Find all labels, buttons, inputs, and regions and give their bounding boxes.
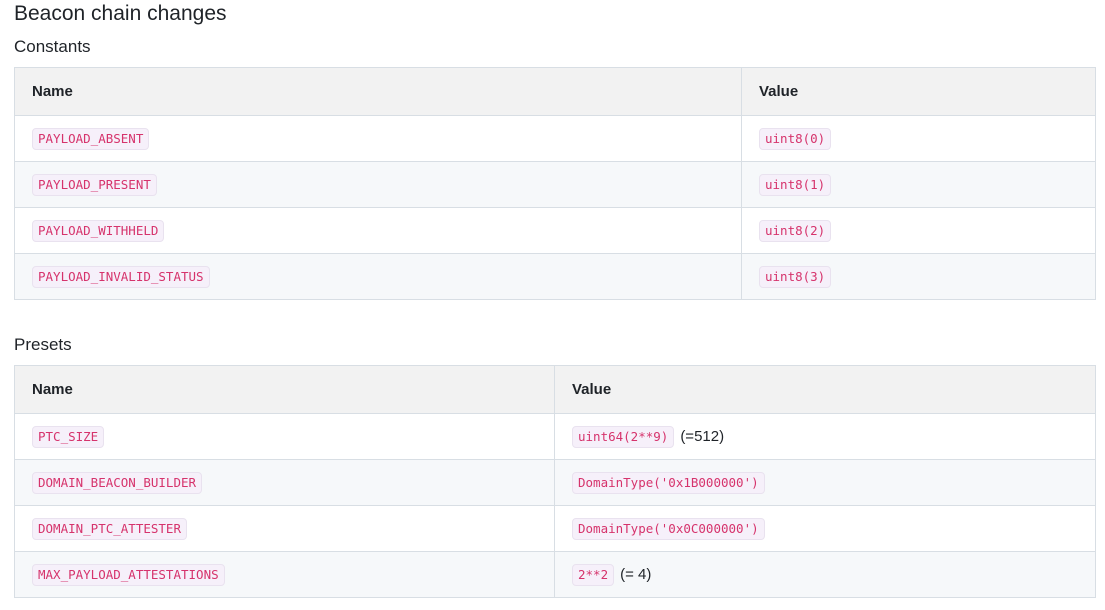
table-row: PAYLOAD_PRESENT uint8(1) xyxy=(14,161,1096,208)
value-cell: 2**2 (= 4) xyxy=(554,551,1096,598)
value-cell: uint8(0) xyxy=(741,115,1096,162)
value-cell: uint64(2**9) (=512) xyxy=(554,413,1096,460)
table-row: PAYLOAD_ABSENT uint8(0) xyxy=(14,115,1096,162)
constant-name: PAYLOAD_INVALID_STATUS xyxy=(32,265,210,288)
preset-value: DomainType('0x1B000000') xyxy=(572,471,765,494)
constant-value: uint8(2) xyxy=(759,219,832,242)
table-row: MAX_PAYLOAD_ATTESTATIONS 2**2 (= 4) xyxy=(14,551,1096,598)
name-cell: DOMAIN_BEACON_BUILDER xyxy=(14,459,555,506)
presets-heading: Presets xyxy=(14,335,72,354)
value-cell: uint8(3) xyxy=(741,253,1096,300)
name-cell: MAX_PAYLOAD_ATTESTATIONS xyxy=(14,551,555,598)
value-cell: DomainType('0x0C000000') xyxy=(554,505,1096,552)
table-row: DOMAIN_BEACON_BUILDER DomainType('0x1B00… xyxy=(14,459,1096,506)
value-cell: uint8(2) xyxy=(741,207,1096,254)
table-row: DOMAIN_PTC_ATTESTER DomainType('0x0C0000… xyxy=(14,505,1096,552)
preset-value: DomainType('0x0C000000') xyxy=(572,517,765,540)
value-cell: DomainType('0x1B000000') xyxy=(554,459,1096,506)
preset-value: uint64(2**9) xyxy=(572,425,675,448)
constants-table: Name Value PAYLOAD_ABSENT uint8(0) PAYLO… xyxy=(14,67,1096,300)
constants-name-header: Name xyxy=(14,67,742,116)
value-cell: uint8(1) xyxy=(741,161,1096,208)
preset-name: DOMAIN_BEACON_BUILDER xyxy=(32,471,203,494)
constant-name: PAYLOAD_PRESENT xyxy=(32,173,157,196)
name-cell: PAYLOAD_INVALID_STATUS xyxy=(14,253,742,300)
preset-name: MAX_PAYLOAD_ATTESTATIONS xyxy=(32,563,225,586)
constants-header-row: Name Value xyxy=(14,67,1096,116)
name-cell: PAYLOAD_PRESENT xyxy=(14,161,742,208)
table-row: PAYLOAD_WITHHELD uint8(2) xyxy=(14,207,1096,254)
presets-header-row: Name Value xyxy=(14,365,1096,414)
constant-value: uint8(3) xyxy=(759,265,832,288)
preset-note: (= 4) xyxy=(620,565,652,583)
constant-value: uint8(1) xyxy=(759,173,832,196)
presets-name-header: Name xyxy=(14,365,555,414)
constants-value-header: Value xyxy=(741,67,1096,116)
section-heading: Beacon chain changes xyxy=(14,2,227,25)
table-row: PAYLOAD_INVALID_STATUS uint8(3) xyxy=(14,253,1096,300)
name-cell: DOMAIN_PTC_ATTESTER xyxy=(14,505,555,552)
name-cell: PAYLOAD_WITHHELD xyxy=(14,207,742,254)
name-cell: PTC_SIZE xyxy=(14,413,555,460)
table-row: PTC_SIZE uint64(2**9) (=512) xyxy=(14,413,1096,460)
preset-value: 2**2 xyxy=(572,563,615,586)
preset-note: (=512) xyxy=(680,427,725,445)
presets-value-header: Value xyxy=(554,365,1096,414)
preset-name: DOMAIN_PTC_ATTESTER xyxy=(32,517,187,540)
constant-name: PAYLOAD_ABSENT xyxy=(32,127,150,150)
constant-name: PAYLOAD_WITHHELD xyxy=(32,219,165,242)
preset-name: PTC_SIZE xyxy=(32,425,105,448)
document-page: Beacon chain changes Constants Name Valu… xyxy=(14,0,1096,598)
constants-heading: Constants xyxy=(14,37,91,56)
constant-value: uint8(0) xyxy=(759,127,832,150)
name-cell: PAYLOAD_ABSENT xyxy=(14,115,742,162)
presets-table: Name Value PTC_SIZE uint64(2**9) (=512) D… xyxy=(14,365,1096,598)
